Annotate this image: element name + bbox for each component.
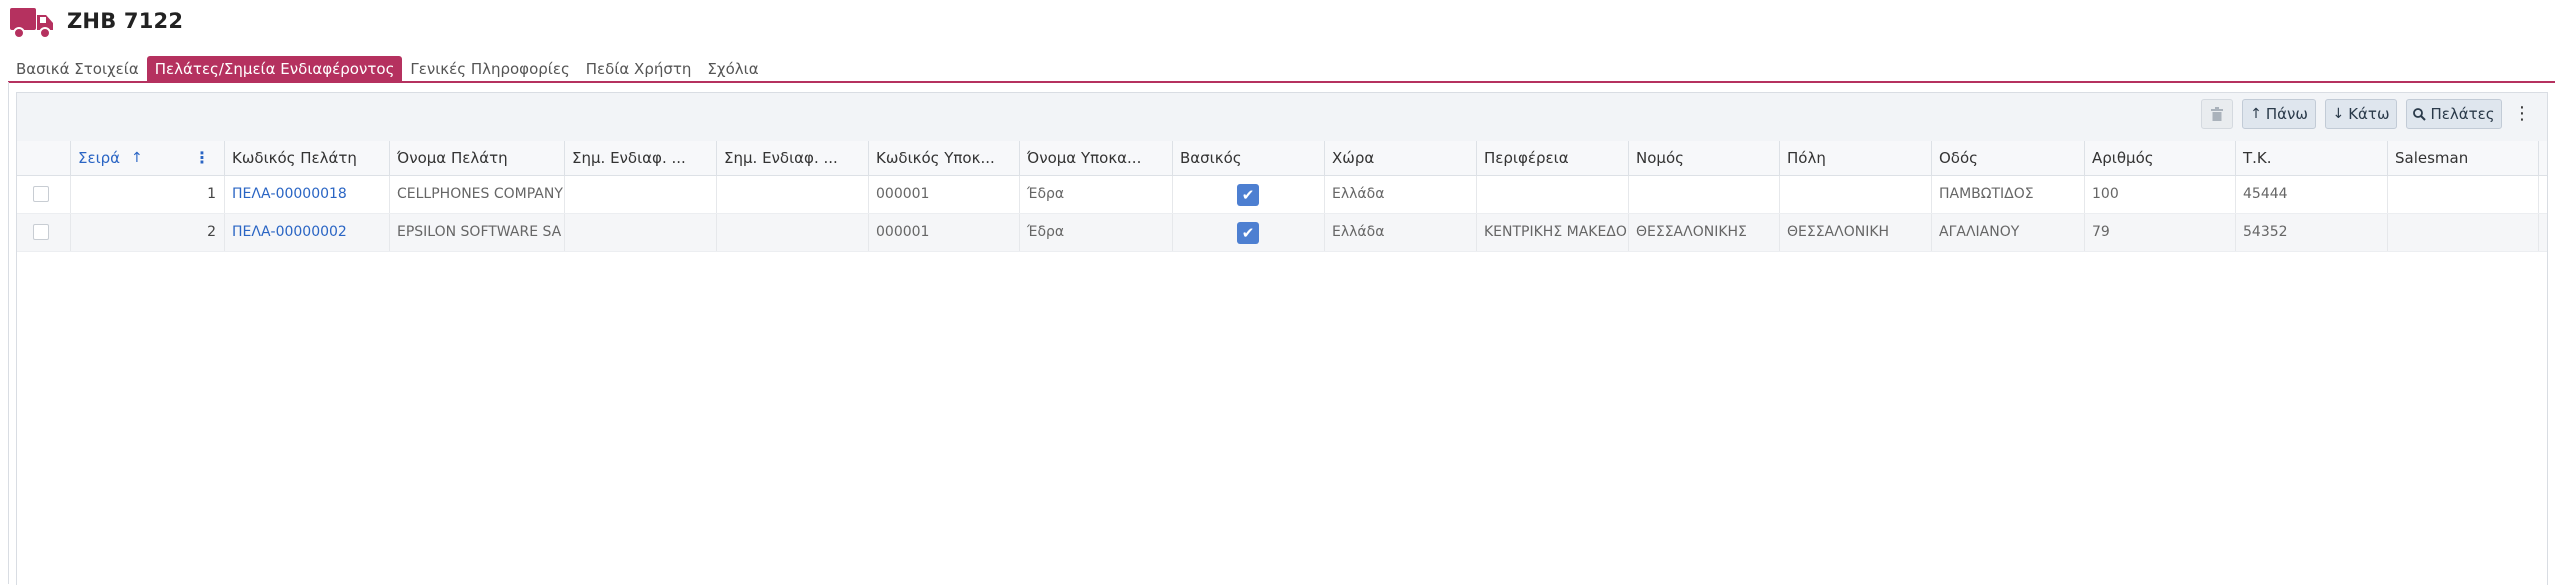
cell-salesman bbox=[2388, 176, 2539, 213]
cell-poi-1 bbox=[565, 176, 717, 213]
cell-salesman bbox=[2388, 214, 2539, 251]
column-header-poi-1[interactable]: Σημ. Ενδιαφ. ... bbox=[565, 141, 717, 175]
tab-general-info[interactable]: Γενικές Πληροφορίες bbox=[402, 56, 577, 82]
column-header-branch-name[interactable]: Όνομα Υποκα... bbox=[1020, 141, 1173, 175]
cell-customer-name: CELLPHONES COMPANY A bbox=[390, 176, 565, 213]
arrow-down-icon: ↓ bbox=[2332, 106, 2345, 122]
row-select-cell bbox=[17, 176, 71, 213]
cell-branch-code: 000001 bbox=[869, 214, 1020, 251]
cell-city bbox=[1780, 176, 1932, 213]
cell-prefecture: ΘΕΣΣΑΛΟΝΙΚΗΣ bbox=[1629, 214, 1780, 251]
cell-prefecture bbox=[1629, 176, 1780, 213]
move-down-button[interactable]: ↓ Κάτω bbox=[2325, 99, 2397, 129]
cell-customer-code-link[interactable]: ΠΕΛΑ-00000002 bbox=[225, 214, 390, 251]
cell-street: ΑΓΑΛΙΑΝΟΥ bbox=[1932, 214, 2085, 251]
cell-order: 1 bbox=[71, 176, 225, 213]
table-row[interactable]: 1 ΠΕΛΑ-00000018 CELLPHONES COMPANY A 000… bbox=[17, 176, 2547, 214]
cell-postal-code: 45444 bbox=[2236, 176, 2388, 213]
cell-branch-name: Έδρα bbox=[1020, 214, 1173, 251]
row-checkbox[interactable] bbox=[33, 224, 49, 240]
column-header-salesman[interactable]: Salesman bbox=[2388, 141, 2539, 175]
page-title: ΖΗΒ 7122 bbox=[67, 9, 184, 33]
column-header-main[interactable]: Βασικός bbox=[1173, 141, 1325, 175]
move-up-label: Πάνω bbox=[2265, 105, 2308, 123]
grid-toolbar: ↑ Πάνω ↓ Κάτω Πελάτες ⋮ bbox=[17, 93, 2547, 142]
cell-postal-code: 54352 bbox=[2236, 214, 2388, 251]
cell-main: ✔ bbox=[1173, 214, 1325, 251]
grid-header: Σειρά ↑ ⋮ Κωδικός Πελάτη Όνομα Πελάτη Ση… bbox=[17, 141, 2547, 176]
cell-city: ΘΕΣΣΑΛΟΝΙΚΗ bbox=[1780, 214, 1932, 251]
row-checkbox[interactable] bbox=[33, 186, 49, 202]
cell-number: 79 bbox=[2085, 214, 2236, 251]
trash-icon bbox=[2211, 107, 2223, 121]
cell-number: 100 bbox=[2085, 176, 2236, 213]
cell-country: Ελλάδα bbox=[1325, 214, 1477, 251]
column-header-city[interactable]: Πόλη bbox=[1780, 141, 1932, 175]
customers-lookup-label: Πελάτες bbox=[2430, 105, 2495, 123]
check-icon[interactable]: ✔ bbox=[1237, 222, 1259, 244]
cell-country: Ελλάδα bbox=[1325, 176, 1477, 213]
customers-lookup-button[interactable]: Πελάτες bbox=[2406, 99, 2502, 129]
column-header-customer-name[interactable]: Όνομα Πελάτη bbox=[390, 141, 565, 175]
column-header-customer-code[interactable]: Κωδικός Πελάτη bbox=[225, 141, 390, 175]
column-header-branch-code[interactable]: Κωδικός Υποκ... bbox=[869, 141, 1020, 175]
cell-customer-name: EPSILON SOFTWARE SA bbox=[390, 214, 565, 251]
cell-poi-2 bbox=[717, 214, 869, 251]
check-icon[interactable]: ✔ bbox=[1237, 184, 1259, 206]
cell-branch-code: 000001 bbox=[869, 176, 1020, 213]
cell-branch-name: Έδρα bbox=[1020, 176, 1173, 213]
sort-ascending-icon: ↑ bbox=[131, 150, 143, 166]
select-column-header[interactable] bbox=[17, 141, 71, 175]
column-header-street[interactable]: Οδός bbox=[1932, 141, 2085, 175]
cell-poi-2 bbox=[717, 176, 869, 213]
column-header-prefecture[interactable]: Νομός bbox=[1629, 141, 1780, 175]
column-header-number[interactable]: Αριθμός bbox=[2085, 141, 2236, 175]
panel-left-border bbox=[8, 82, 9, 584]
move-down-label: Κάτω bbox=[2348, 105, 2390, 123]
arrow-up-icon: ↑ bbox=[2250, 106, 2262, 122]
cell-street: ΠΑΜΒΩΤΙΔΟΣ bbox=[1932, 176, 2085, 213]
column-header-order[interactable]: Σειρά ↑ ⋮ bbox=[71, 141, 225, 175]
tab-underline bbox=[8, 81, 2555, 83]
tab-user-fields[interactable]: Πεδία Χρήστη bbox=[578, 56, 700, 82]
delete-button[interactable] bbox=[2201, 99, 2233, 129]
tab-basic-info[interactable]: Βασικά Στοιχεία bbox=[8, 56, 147, 82]
cell-poi-1 bbox=[565, 214, 717, 251]
search-icon bbox=[2413, 107, 2427, 121]
cell-region bbox=[1477, 176, 1629, 213]
customers-panel: ↑ Πάνω ↓ Κάτω Πελάτες ⋮ Σειρά ↑ ⋮ Κωδικό… bbox=[16, 92, 2548, 585]
column-header-country[interactable]: Χώρα bbox=[1325, 141, 1477, 175]
kebab-menu-icon[interactable]: ⋮ bbox=[2512, 103, 2532, 125]
page-header: ΖΗΒ 7122 bbox=[0, 0, 2555, 52]
cell-main: ✔ bbox=[1173, 176, 1325, 213]
tab-bar: Βασικά Στοιχεία Πελάτες/Σημεία Ενδιαφέρο… bbox=[8, 56, 767, 82]
tab-customers-pois[interactable]: Πελάτες/Σημεία Ενδιαφέροντος bbox=[146, 56, 403, 82]
customers-grid: Σειρά ↑ ⋮ Κωδικός Πελάτη Όνομα Πελάτη Ση… bbox=[17, 141, 2547, 252]
truck-icon bbox=[10, 8, 53, 39]
cell-region: ΚΕΝΤΡΙΚΗΣ ΜΑΚΕΔΟΝ bbox=[1477, 214, 1629, 251]
row-select-cell bbox=[17, 214, 71, 251]
column-menu-icon[interactable]: ⋮ bbox=[194, 141, 210, 175]
column-header-region[interactable]: Περιφέρεια bbox=[1477, 141, 1629, 175]
column-header-poi-2[interactable]: Σημ. Ενδιαφ. ... bbox=[717, 141, 869, 175]
cell-order: 2 bbox=[71, 214, 225, 251]
table-row[interactable]: 2 ΠΕΛΑ-00000002 EPSILON SOFTWARE SA 0000… bbox=[17, 214, 2547, 252]
cell-customer-code-link[interactable]: ΠΕΛΑ-00000018 bbox=[225, 176, 390, 213]
move-up-button[interactable]: ↑ Πάνω bbox=[2242, 99, 2316, 129]
column-header-postal-code[interactable]: Τ.Κ. bbox=[2236, 141, 2388, 175]
tab-comments[interactable]: Σχόλια bbox=[699, 56, 766, 82]
